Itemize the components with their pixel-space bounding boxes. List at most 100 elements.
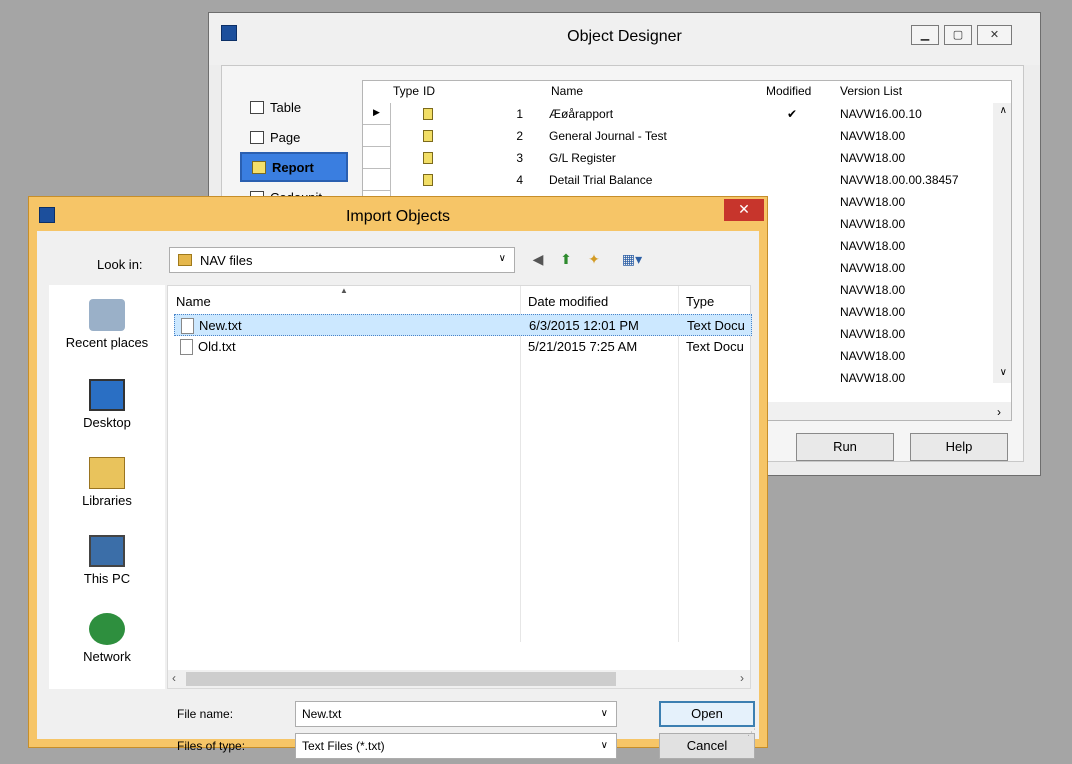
scroll-right-icon[interactable]: › — [997, 405, 1001, 419]
cell-name: General Journal - Test — [549, 129, 667, 143]
horizontal-scrollbar[interactable] — [743, 402, 1011, 420]
look-in-value: NAV files — [200, 253, 253, 268]
computer-icon — [89, 535, 125, 567]
place-label: Libraries — [82, 493, 132, 508]
column-header-type[interactable]: Type — [393, 84, 419, 98]
run-button[interactable]: Run — [796, 433, 894, 461]
scroll-up-icon[interactable]: ∧ — [1000, 105, 1007, 116]
row-selector[interactable] — [363, 169, 391, 191]
object-designer-titlebar[interactable]: Object Designer ▁ ▢ ✕ — [209, 13, 1040, 65]
view-menu-icon[interactable]: ▦▾ — [617, 251, 647, 269]
cell-version: NAVW18.00 — [840, 195, 906, 209]
scroll-left-icon[interactable]: ‹ — [172, 671, 176, 685]
resize-grip-icon[interactable]: ⋰ — [747, 727, 757, 737]
objects-grid-header: Type ID Name Modified Version List — [363, 81, 1011, 101]
cancel-button[interactable]: Cancel — [659, 733, 755, 759]
place-network[interactable]: Network — [49, 613, 165, 664]
vertical-scrollbar[interactable] — [993, 103, 1011, 383]
column-header-name[interactable]: Name — [176, 294, 211, 309]
place-recent-places[interactable]: Recent places — [49, 299, 165, 350]
help-button[interactable]: Help — [910, 433, 1008, 461]
cell-version: NAVW18.00 — [840, 129, 906, 143]
table-row[interactable]: 3 G/L Register NAVW18.00 — [363, 147, 993, 169]
column-header-version-list[interactable]: Version List — [840, 84, 902, 98]
file-type-label: Files of type: — [177, 739, 246, 753]
import-dialog-body: Look in: NAV files ∨ ◀ ⬆ ✦ ▦▾ Recent pla… — [37, 231, 759, 759]
desktop-icon — [89, 379, 125, 411]
cell-id: 1 — [516, 107, 523, 121]
look-in-dropdown[interactable]: NAV files ∨ — [169, 247, 515, 273]
cell-id: 3 — [516, 151, 523, 165]
column-header-date-modified[interactable]: Date modified — [528, 294, 608, 309]
column-header-modified[interactable]: Modified — [766, 84, 811, 98]
import-dialog-titlebar[interactable]: Import Objects ✕ — [29, 197, 767, 231]
cell-version: NAVW18.00 — [840, 283, 906, 297]
new-folder-icon[interactable]: ✦ — [585, 251, 603, 269]
back-icon[interactable]: ◀ — [529, 251, 547, 269]
cell-version: NAVW18.00 — [840, 151, 906, 165]
close-button[interactable]: ✕ — [977, 25, 1012, 45]
file-row[interactable]: Old.txt 5/21/2015 7:25 AM Text Docu — [174, 336, 752, 358]
open-button[interactable]: Open — [659, 701, 755, 727]
dialog-close-button[interactable]: ✕ — [724, 199, 764, 221]
table-row[interactable]: 4 Detail Trial Balance NAVW18.00.00.38457 — [363, 169, 993, 191]
close-icon: ✕ — [989, 29, 1000, 41]
cell-version: NAVW18.00 — [840, 239, 906, 253]
file-name: Old.txt — [198, 339, 236, 354]
minimize-button[interactable]: ▁ — [911, 25, 939, 45]
cell-version: NAVW18.00 — [840, 305, 906, 319]
row-selector[interactable] — [363, 125, 391, 147]
cell-name: Æøårapport — [549, 107, 614, 121]
file-date: 5/21/2015 7:25 AM — [528, 339, 638, 354]
column-header-name[interactable]: Name — [551, 84, 583, 98]
place-this-pc[interactable]: This PC — [49, 535, 165, 586]
cell-version: NAVW18.00 — [840, 371, 906, 385]
nav-item-report[interactable]: Report — [240, 152, 348, 182]
text-file-icon — [181, 318, 194, 334]
place-desktop[interactable]: Desktop — [49, 379, 165, 430]
current-row-icon: ▶ — [373, 107, 380, 117]
cell-modified: ✔ — [787, 107, 798, 121]
file-name-value: New.txt — [302, 707, 342, 721]
place-label: Network — [83, 649, 131, 664]
nav-item-page[interactable]: Page — [240, 122, 352, 152]
row-selector[interactable] — [363, 147, 391, 169]
file-list: ▲ Name Date modified Type New.txt 6/3/201… — [167, 285, 752, 689]
places-bar: Recent places Desktop Libraries This PC … — [49, 285, 165, 689]
minimize-icon: ▁ — [920, 29, 930, 41]
nav-item-label: Report — [272, 159, 314, 175]
file-name-input[interactable]: New.txt ∨ — [295, 701, 617, 727]
table-row[interactable]: 2 General Journal - Test NAVW18.00 — [363, 125, 993, 147]
place-label: This PC — [83, 571, 131, 586]
file-row[interactable]: New.txt 6/3/2015 12:01 PM Text Docu — [174, 314, 752, 336]
report-icon — [423, 108, 433, 120]
scrollbar-thumb[interactable] — [186, 672, 616, 686]
horizontal-scrollbar[interactable]: ‹ › — [168, 670, 750, 688]
text-file-icon — [180, 339, 193, 355]
table-row[interactable]: ▶ 1 Æøårapport ✔ NAVW16.00.10 — [363, 103, 993, 125]
column-header-id[interactable]: ID — [423, 84, 435, 98]
file-name: New.txt — [199, 318, 242, 333]
row-selector[interactable]: ▶ — [363, 103, 391, 125]
up-folder-icon[interactable]: ⬆ — [557, 251, 575, 269]
file-type-value: Text Files (*.txt) — [302, 739, 385, 753]
report-icon — [252, 160, 266, 174]
chevron-down-icon[interactable]: ∨ — [601, 708, 608, 719]
place-label: Desktop — [83, 415, 131, 430]
nav-item-label: Page — [270, 129, 301, 145]
column-header-type[interactable]: Type — [686, 294, 714, 309]
file-type-select[interactable]: Text Files (*.txt) ∨ — [295, 733, 617, 759]
file-type: Text Docu — [686, 339, 744, 354]
maximize-button[interactable]: ▢ — [944, 25, 972, 45]
scroll-down-icon[interactable]: ∨ — [1000, 367, 1007, 378]
place-libraries[interactable]: Libraries — [49, 457, 165, 508]
nav-item-table[interactable]: Table — [240, 92, 352, 122]
scroll-right-icon[interactable]: › — [740, 671, 744, 685]
cell-version: NAVW18.00 — [840, 261, 906, 275]
cell-version: NAVW18.00.00.38457 — [840, 173, 959, 187]
chevron-down-icon: ∨ — [600, 740, 608, 751]
cell-version: NAVW18.00 — [840, 327, 906, 341]
libraries-icon — [89, 457, 125, 489]
import-dialog-title: Import Objects — [345, 208, 451, 225]
file-type: Text Docu — [687, 318, 745, 333]
